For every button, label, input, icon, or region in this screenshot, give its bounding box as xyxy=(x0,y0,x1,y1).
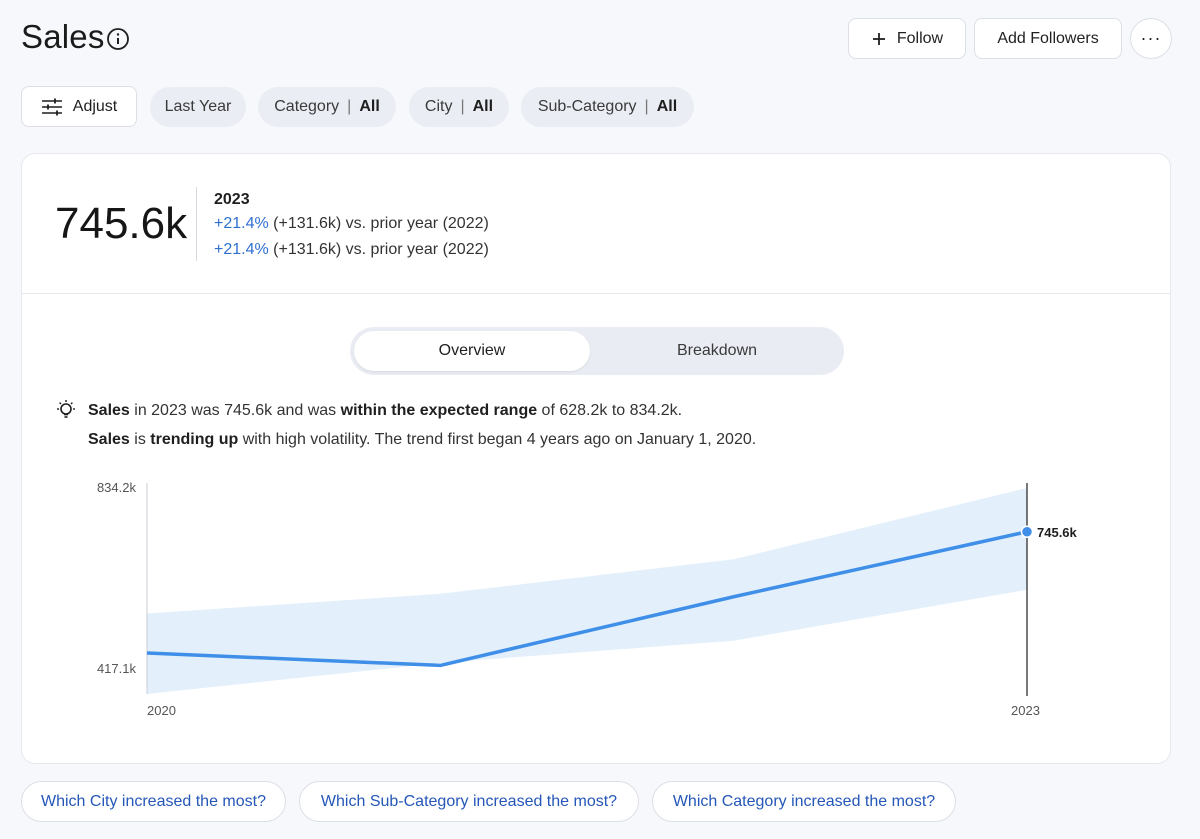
filter-separator: | xyxy=(347,98,352,115)
sales-trend-chart: 745.6k 834.2k 417.1k 2020 2023 xyxy=(97,480,1078,718)
info-icon[interactable] xyxy=(106,27,130,51)
sub-category-filter-pill[interactable]: Sub-Category | All xyxy=(521,87,694,127)
filter-label: Sub-Category xyxy=(537,98,637,115)
y-tick-label: 417.1k xyxy=(97,661,137,676)
more-icon: ··· xyxy=(1140,28,1162,48)
time-filter-label: Last Year xyxy=(164,98,232,115)
category-filter-pill[interactable]: Category | All xyxy=(258,87,396,127)
follow-button[interactable]: Follow xyxy=(848,18,966,59)
filter-value: All xyxy=(656,98,678,115)
suggestion-chip-category[interactable]: Which Category increased the most? xyxy=(652,781,956,822)
more-options-button[interactable]: ··· xyxy=(1130,18,1172,59)
filter-value: All xyxy=(472,98,494,115)
plus-icon xyxy=(872,32,885,45)
x-tick-label: 2020 xyxy=(147,703,176,718)
add-followers-button[interactable]: Add Followers xyxy=(974,18,1122,59)
metric-card: 745.6k 2023 +21.4% (+131.6k) vs. prior y… xyxy=(21,153,1171,764)
x-tick-label: 2023 xyxy=(1011,703,1040,718)
adjust-button[interactable]: Adjust xyxy=(21,86,137,127)
y-tick-label: 834.2k xyxy=(97,480,137,495)
follow-label: Follow xyxy=(896,29,944,47)
filter-value: All xyxy=(359,98,380,115)
filter-label: Category xyxy=(274,98,340,115)
time-filter-pill[interactable]: Last Year xyxy=(150,87,246,127)
filter-separator: | xyxy=(460,98,465,115)
sliders-icon xyxy=(41,98,62,115)
expected-range-band xyxy=(147,488,1027,694)
page-title: Sales xyxy=(21,18,105,55)
data-point xyxy=(1020,525,1034,539)
city-filter-pill[interactable]: City | All xyxy=(409,87,509,127)
suggestion-chip-city[interactable]: Which City increased the most? xyxy=(21,781,286,822)
filter-separator: | xyxy=(644,98,649,115)
adjust-label: Adjust xyxy=(72,97,118,115)
filter-label: City xyxy=(424,98,453,115)
add-followers-label: Add Followers xyxy=(997,29,1099,47)
data-label: 745.6k xyxy=(1037,525,1078,540)
suggestion-chip-sub-category[interactable]: Which Sub-Category increased the most? xyxy=(299,781,639,822)
